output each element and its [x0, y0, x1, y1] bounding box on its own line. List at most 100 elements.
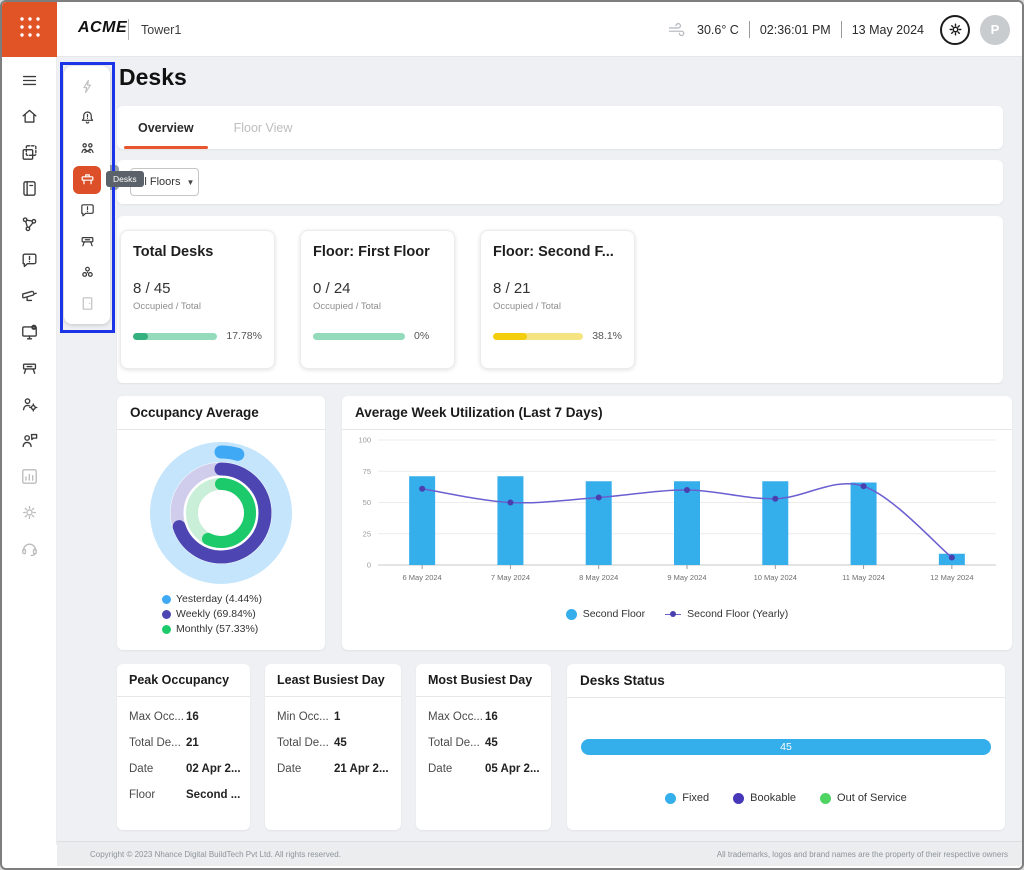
site-selector[interactable]: Tower1	[141, 23, 181, 37]
book-icon	[20, 179, 39, 198]
stat-card-value: 0 / 24	[313, 280, 442, 297]
occupancy-average-card: Occupancy Average Yesterday (4.44%)Weekl…	[117, 396, 325, 650]
headset-icon	[20, 539, 39, 558]
info-card-peak-occupancy: Peak OccupancyMax Occ...16Total De...21D…	[117, 664, 250, 830]
sidebar-item-logbook[interactable]	[12, 171, 46, 205]
info-label: Total De...	[428, 737, 485, 749]
sidebar-item-home[interactable]	[12, 99, 46, 133]
legend-label: Out of Service	[837, 792, 907, 804]
sidebar-item-menu[interactable]	[12, 63, 46, 97]
info-row: Date05 Apr 2...	[416, 763, 551, 775]
stat-card-title: Floor: Second F...	[493, 244, 622, 260]
door-icon	[79, 295, 96, 312]
app-launcher-button[interactable]	[2, 2, 57, 57]
info-label: Min Occ...	[277, 711, 334, 723]
svg-text:75: 75	[363, 467, 371, 476]
desks-status-title: Desks Status	[567, 664, 1005, 698]
sidebar-item-issues[interactable]	[73, 197, 101, 225]
info-label: Max Occ...	[129, 711, 186, 723]
info-value: Second ...	[186, 789, 240, 801]
progress-fill	[493, 333, 527, 340]
info-label: Max Occ...	[428, 711, 485, 723]
sidebar-item-air-quality[interactable]	[73, 259, 101, 287]
info-row: FloorSecond ...	[117, 789, 250, 801]
svg-text:100: 100	[358, 436, 371, 445]
primary-sidebar	[2, 57, 57, 845]
desk-board-icon	[20, 359, 39, 378]
sidebar-item-devices[interactable]	[12, 315, 46, 349]
sidebar-item-visitor[interactable]	[12, 423, 46, 457]
stat-card-2: Floor: First Floor0 / 24Occupied / Total…	[300, 230, 455, 369]
footer: Copyright © 2023 Nhance Digital BuildTec…	[57, 841, 1022, 866]
legend-item-out-of-service: Out of Service	[820, 792, 907, 804]
avatar[interactable]: P	[980, 15, 1010, 45]
desks-status-legend: Fixed Bookable Out of Service	[567, 792, 1005, 804]
sidebar-item-feedback[interactable]	[12, 243, 46, 277]
legend-item-monthly: Monthly (57.33%)	[162, 622, 292, 637]
header-divider	[128, 19, 129, 40]
info-value: 1	[334, 711, 340, 723]
info-card-title: Most Busiest Day	[416, 664, 551, 697]
legend-item-bookable: Bookable	[733, 792, 796, 804]
sidebar-item-meeting-rooms[interactable]	[73, 228, 101, 256]
fan-icon	[79, 264, 96, 281]
svg-text:10 May 2024: 10 May 2024	[754, 573, 797, 582]
tab-floor-view[interactable]: Floor View	[226, 106, 301, 149]
wind-icon	[667, 20, 687, 40]
sidebar-item-occupants[interactable]	[73, 135, 101, 163]
crowd-icon	[79, 140, 96, 157]
settings-gear-button[interactable]	[940, 15, 970, 45]
legend-dot	[162, 595, 171, 604]
monitor-gear-icon	[20, 323, 39, 342]
cctv-icon	[20, 287, 39, 306]
progress-track	[493, 333, 583, 340]
legend-dot	[566, 609, 577, 620]
info-value: 21	[186, 737, 199, 749]
stat-card-percent: 0%	[414, 330, 429, 342]
desks-tooltip: Desks	[106, 171, 144, 187]
legend-label: Fixed	[682, 792, 709, 804]
screens-icon	[20, 143, 39, 162]
sidebar-item-reports	[12, 459, 46, 493]
stat-card-value: 8 / 45	[133, 280, 262, 297]
sidebar-item-desks[interactable]	[73, 166, 101, 194]
info-label: Date	[129, 763, 186, 775]
info-card-title: Peak Occupancy	[117, 664, 250, 697]
copyright-text: Copyright © 2023 Nhance Digital BuildTec…	[90, 850, 341, 859]
sidebar-item-rooms[interactable]	[12, 351, 46, 385]
grid-icon	[17, 14, 43, 45]
sidebar-item-energy	[73, 73, 101, 101]
svg-text:50: 50	[363, 498, 371, 507]
stat-cards-container: Total Desks8 / 45Occupied / Total17.78%F…	[117, 216, 1003, 383]
legend-item-second-floor-yearly: Second Floor (Yearly)	[665, 608, 788, 620]
legend-label: Second Floor	[583, 608, 645, 620]
header-right-group: 30.6° C 02:36:01 PM 13 May 2024 P	[667, 2, 1010, 57]
sidebar-item-alerts[interactable]	[73, 104, 101, 132]
info-card-least-busiest-day: Least Busiest DayMin Occ...1Total De...4…	[265, 664, 401, 830]
info-value: 16	[186, 711, 199, 723]
sidebar-item-network[interactable]	[12, 207, 46, 241]
week-utilization-title: Average Week Utilization (Last 7 Days)	[342, 396, 1012, 430]
tab-overview[interactable]: Overview	[130, 106, 202, 149]
sidebar-item-spaces[interactable]	[12, 135, 46, 169]
legend-label: Second Floor (Yearly)	[687, 608, 788, 620]
sidebar-item-cctv[interactable]	[12, 279, 46, 313]
legend-item-second-floor: Second Floor	[566, 608, 645, 620]
info-row: Total De...45	[416, 737, 551, 749]
sidebar-item-user-admin[interactable]	[12, 387, 46, 421]
menu-icon	[20, 71, 39, 90]
info-row: Date02 Apr 2...	[117, 763, 250, 775]
header-divider	[749, 21, 750, 38]
legend-label: Weekly (69.84%)	[176, 607, 256, 622]
stat-card-caption: Occupied / Total	[493, 301, 622, 312]
bolt-icon	[79, 78, 96, 95]
tabs-bar: Overview Floor View	[117, 106, 1003, 149]
legend-item-fixed: Fixed	[665, 792, 709, 804]
info-value: 21 Apr 2...	[334, 763, 389, 775]
home-icon	[20, 107, 39, 126]
chevron-down-icon: ▼	[186, 178, 194, 187]
stat-card-value: 8 / 21	[493, 280, 622, 297]
info-row: Max Occ...16	[416, 711, 551, 723]
utilization-legend: Second Floor Second Floor (Yearly)	[342, 608, 1012, 620]
page-title: Desks	[119, 64, 187, 91]
